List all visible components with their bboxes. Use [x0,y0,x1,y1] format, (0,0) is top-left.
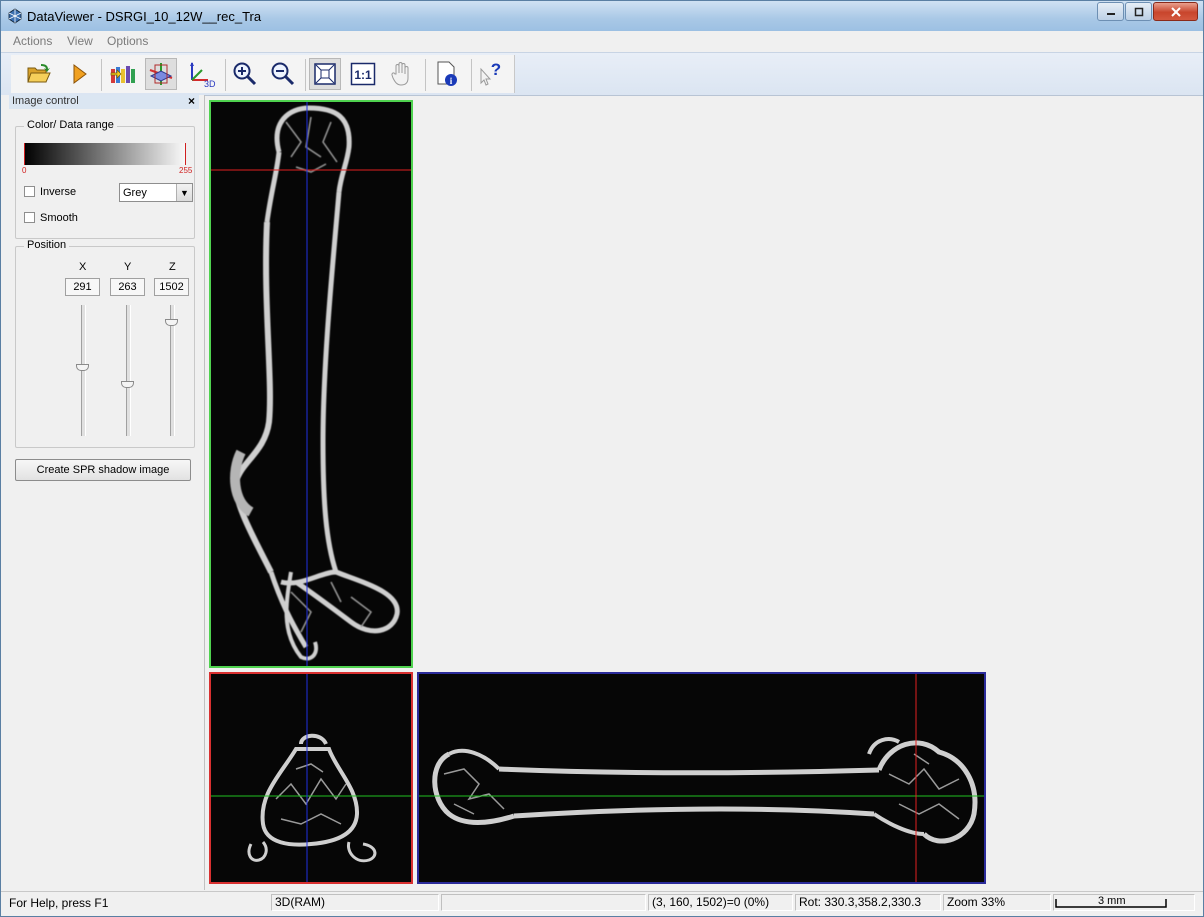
color-range-group: Color/ Data range 0 255 Inverse Grey ▼ S… [15,119,195,239]
status-zoom: Zoom 33% [943,894,1051,911]
y-slider[interactable] [126,305,131,436]
zoom-in-icon [233,62,257,86]
range-max-marker[interactable] [185,143,186,165]
smooth-checkbox[interactable] [24,212,35,223]
status-bar: For Help, press F1 3D(RAM) (3, 160, 1502… [1,891,1203,916]
actual-size-icon: 1:1 [350,62,376,86]
tri-plane-icon [149,63,173,85]
status-help-text: For Help, press F1 [9,896,109,910]
dataset-colors-icon [110,66,135,83]
coronal-bone-image [211,102,411,666]
coronal-view[interactable] [209,100,413,668]
zoom-out-icon [271,62,295,86]
open-folder-icon [27,64,51,83]
datasets-button[interactable] [107,58,139,90]
view-3d-button[interactable]: 3D [185,58,217,90]
image-control-panel: Image control × Color/ Data range 0 255 … [1,94,205,890]
y-position-field[interactable]: 263 [110,278,145,296]
svg-text:?: ? [491,61,501,79]
palette-select[interactable]: Grey ▼ [119,183,193,202]
x-position-field[interactable]: 291 [65,278,100,296]
zoom-in-button[interactable] [229,58,261,90]
minimize-button[interactable] [1097,2,1124,21]
toolbar-strip: 3D 1:1 i ? [11,55,515,93]
menu-bar: Actions View Options [1,32,1203,51]
play-button[interactable] [63,58,95,90]
actual-size-label: 1:1 [354,68,372,82]
transaxial-view[interactable] [209,672,413,884]
panel-header[interactable]: Image control × [9,94,199,109]
context-help-button[interactable]: ? [475,58,507,90]
context-help-icon: ? [480,61,501,86]
inverse-checkbox[interactable] [24,186,35,197]
toolbar: 3D 1:1 i ? [1,52,1203,96]
status-scale-pane: 3 mm [1053,894,1195,911]
status-voxel-value: (3, 160, 1502)=0 (0%) [648,894,793,911]
window-title: DataViewer - DSRGI_10_12W__rec_Tra [27,9,262,24]
minimize-icon [1106,12,1115,15]
z-position-field[interactable]: 1502 [154,278,189,296]
create-spr-shadow-button[interactable]: Create SPR shadow image [15,459,191,481]
smooth-label: Smooth [40,212,78,224]
menu-view[interactable]: View [67,34,93,48]
gradient-bar[interactable] [24,143,186,165]
title-bar[interactable]: DataViewer - DSRGI_10_12W__rec_Tra [1,1,1203,31]
open-button[interactable] [23,58,55,90]
menu-actions[interactable]: Actions [13,34,52,48]
app-icon [8,8,22,24]
panel-close-button[interactable]: × [188,94,195,108]
play-icon [73,64,87,84]
dataviewer-window: DataViewer - DSRGI_10_12W__rec_Tra Actio… [0,0,1204,917]
fit-to-window-icon [314,63,336,85]
chevron-down-icon: ▼ [176,184,192,201]
status-rotation: Rot: 330.3,358.2,330.3 [795,894,941,911]
maximize-button[interactable] [1125,2,1152,21]
info-document-icon: i [437,61,457,86]
range-max-label: 255 [179,166,193,175]
info-button[interactable]: i [431,58,463,90]
z-slider-thumb[interactable] [165,319,178,327]
z-axis-label: Z [169,261,176,273]
status-mode: 3D(RAM) [271,894,439,911]
sagittal-view[interactable] [417,672,986,884]
axes-3d-icon: 3D [190,62,216,88]
scale-label: 3 mm [1098,895,1126,907]
pan-hand-icon [391,62,409,86]
toolbar-separator [101,59,102,91]
x-slider-thumb[interactable] [76,363,89,371]
toolbar-separator [225,59,226,91]
tri-plane-view-button[interactable] [145,58,177,90]
menu-options[interactable]: Options [107,34,148,48]
toolbar-separator [471,59,472,91]
position-group: Position X Y Z 291 263 1502 [15,239,195,448]
svg-text:3D: 3D [204,79,216,88]
range-min-label: 0 [22,166,27,175]
status-empty-pane [441,894,646,911]
x-axis-label: X [79,261,87,273]
palette-value: Grey [123,187,147,199]
y-axis-label: Y [124,261,132,273]
range-min-marker[interactable] [24,143,25,165]
close-window-button[interactable] [1153,2,1198,21]
zoom-out-button[interactable] [267,58,299,90]
close-icon [1170,6,1181,17]
restore-icon [1134,7,1143,16]
toolbar-separator [305,59,306,91]
color-range-title: Color/ Data range [24,119,117,131]
sagittal-bone-image [419,674,984,882]
transaxial-bone-image [211,674,411,882]
position-title: Position [24,239,70,251]
panel-title: Image control [12,95,79,107]
fit-to-window-button[interactable] [309,58,341,90]
pan-button[interactable] [385,58,417,90]
actual-size-button[interactable]: 1:1 [347,58,379,90]
toolbar-separator [425,59,426,91]
y-slider-thumb[interactable] [121,380,134,388]
inverse-label: Inverse [40,186,77,198]
